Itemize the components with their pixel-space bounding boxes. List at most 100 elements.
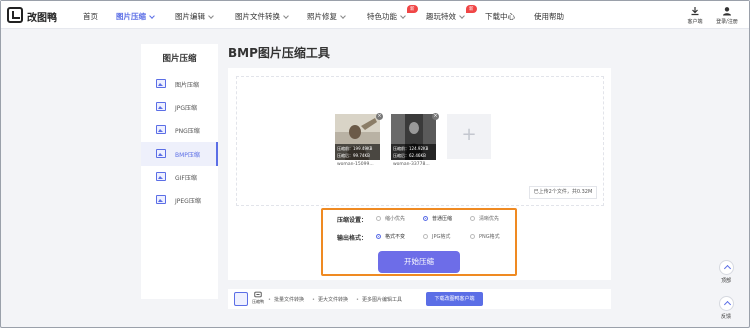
nav-image-edit-label: 图片编辑 (175, 12, 205, 21)
option-label: 普通压缩 (432, 216, 453, 222)
nav-special-features-label: 特色功能 (367, 12, 397, 21)
image-icon (156, 172, 166, 181)
file-thumbnail[interactable]: 压缩前：199.49KB 压缩后：99.74KB (335, 114, 380, 160)
option-keep-format[interactable]: 格式不变 (376, 233, 405, 240)
sidebar-item-label: BMP压缩 (175, 152, 200, 159)
sidebar-item-jpeg-compress[interactable]: JPEG压缩 (141, 188, 218, 212)
feedback[interactable]: 反馈 (714, 296, 738, 320)
arrow-up-icon (718, 296, 734, 311)
sidebar-item-label: GIF压缩 (175, 175, 197, 182)
user-avatar-icon (723, 7, 731, 16)
radio-icon (423, 234, 428, 239)
chevron-down-icon (283, 13, 289, 19)
size-before: 压缩前：199.49KB (337, 146, 373, 151)
sidebar: 图片压缩 图片压缩 JPG压缩 PNG压缩 BMP压缩 GIF压缩 JPEG压缩 (141, 44, 218, 299)
image-icon (156, 125, 166, 134)
nav-photo-repair[interactable]: 照片修复 (307, 11, 346, 22)
compress-setting-label: 压缩设置： (337, 217, 368, 224)
sidebar-item-label: JPG压缩 (175, 105, 198, 112)
file-name: woman-33778... (393, 162, 430, 167)
login-register[interactable]: 登录/注册 (712, 6, 742, 25)
nav-help[interactable]: 使用帮助 (534, 11, 564, 22)
new-badge: 新 (466, 5, 477, 13)
option-normal-compress[interactable]: 普通压缩 (423, 215, 452, 222)
option-label: 缩小优先 (385, 216, 406, 222)
sidebar-item-jpg-compress[interactable]: JPG压缩 (141, 95, 218, 119)
nav-special-features[interactable]: 特色功能 (367, 11, 406, 22)
link-more-edit-tools[interactable]: 更多图片编辑工具 (356, 296, 402, 303)
nav-fun-effects[interactable]: 趣玩特效 (426, 11, 465, 22)
link-large-file-convert[interactable]: 更大文件转换 (312, 296, 348, 303)
image-icon (156, 149, 166, 158)
file-name: woman-15099... (337, 162, 374, 167)
image-icon (156, 79, 166, 88)
link-batch-convert[interactable]: 批量文件转换 (268, 296, 304, 303)
download-icon (691, 7, 699, 16)
arrow-up-icon (718, 260, 734, 275)
compress-app-icon[interactable]: 压缩鸭 (251, 291, 265, 306)
client-download[interactable]: 客户端 (680, 6, 710, 25)
remove-file-icon[interactable]: × (432, 113, 439, 120)
brand-name[interactable]: 改图鸭 (27, 9, 57, 24)
image-icon (156, 102, 166, 111)
login-label: 登录/注册 (716, 19, 738, 25)
download-client-button[interactable]: 下载改图鸭客户端 (426, 292, 483, 306)
start-compress-button[interactable]: 开始压缩 (378, 251, 460, 273)
sidebar-item-gif-compress[interactable]: GIF压缩 (141, 165, 218, 189)
radio-icon (470, 234, 475, 239)
radio-icon (470, 216, 475, 221)
option-size-first[interactable]: 缩小优先 (376, 215, 405, 222)
option-clarity-first[interactable]: 清晰优先 (470, 215, 499, 222)
nav-home[interactable]: 首页 (83, 11, 98, 22)
sidebar-item-label: 图片压缩 (175, 82, 200, 89)
nav-file-convert[interactable]: 图片文件转换 (235, 11, 289, 22)
chevron-down-icon (149, 13, 155, 19)
sidebar-item-image-compress[interactable]: 图片压缩 (141, 72, 218, 96)
option-label: 清晰优先 (479, 216, 500, 222)
top-label: 顶部 (720, 278, 731, 284)
sidebar-item-label: PNG压缩 (175, 128, 200, 135)
feedback-label: 反馈 (720, 314, 731, 320)
sidebar-title: 图片压缩 (162, 54, 197, 64)
add-file-button[interactable]: + (447, 114, 491, 159)
sidebar-item-label: JPEG压缩 (175, 198, 201, 205)
remove-file-icon[interactable]: × (376, 113, 383, 120)
nav-image-compress-label: 图片压缩 (116, 12, 146, 21)
image-icon (156, 195, 166, 204)
sidebar-item-bmp-compress[interactable]: BMP压缩 (141, 142, 218, 166)
chevron-down-icon (400, 13, 406, 19)
nav-image-edit[interactable]: 图片编辑 (175, 11, 214, 22)
plus-icon: + (461, 124, 477, 145)
sidebar-item-png-compress[interactable]: PNG压缩 (141, 118, 218, 142)
nav-file-convert-label: 图片文件转换 (235, 12, 280, 21)
option-jpg-format[interactable]: JPG格式 (423, 233, 450, 240)
nav-image-compress[interactable]: 图片压缩 (116, 11, 155, 22)
chevron-down-icon (340, 13, 346, 19)
file-size-info: 压缩前：199.49KB 压缩后：99.74KB (335, 144, 380, 160)
size-after: 压缩后：62.46KB (393, 153, 426, 158)
app-icon (254, 291, 262, 298)
top-nav-bar: 改图鸭 首页 图片压缩 图片编辑 图片文件转换 照片修复 特色功能 新 趣玩特效… (1, 1, 749, 29)
logo-icon[interactable] (7, 7, 23, 23)
nav-download-center[interactable]: 下载中心 (485, 11, 515, 22)
file-size-info: 压缩前：124.92KB 压缩后：62.46KB (391, 144, 436, 160)
new-badge: 新 (407, 5, 418, 13)
image-upload-icon (234, 292, 248, 306)
file-thumbnail[interactable]: 压缩前：124.92KB 压缩后：62.46KB (391, 114, 436, 160)
radio-icon (376, 216, 381, 221)
radio-selected-icon (423, 216, 428, 221)
option-label: 格式不变 (385, 234, 406, 240)
size-before: 压缩前：124.92KB (393, 146, 429, 151)
bottom-promo-bar: 压缩鸭 批量文件转换 更大文件转换 更多图片编辑工具 下载改图鸭客户端 (228, 289, 611, 309)
size-after: 压缩后：99.74KB (337, 153, 370, 158)
client-label: 客户端 (687, 19, 703, 25)
option-label: PNG格式 (479, 234, 500, 240)
chevron-down-icon (459, 13, 465, 19)
chevron-down-icon (208, 13, 214, 19)
app-label: 压缩鸭 (252, 299, 264, 304)
upload-summary: 已上传2个文件，共0.32M (529, 186, 597, 199)
option-png-format[interactable]: PNG格式 (470, 233, 500, 240)
page-title: BMP图片压缩工具 (228, 46, 330, 60)
nav-photo-repair-label: 照片修复 (307, 12, 337, 21)
back-to-top[interactable]: 顶部 (714, 260, 738, 284)
